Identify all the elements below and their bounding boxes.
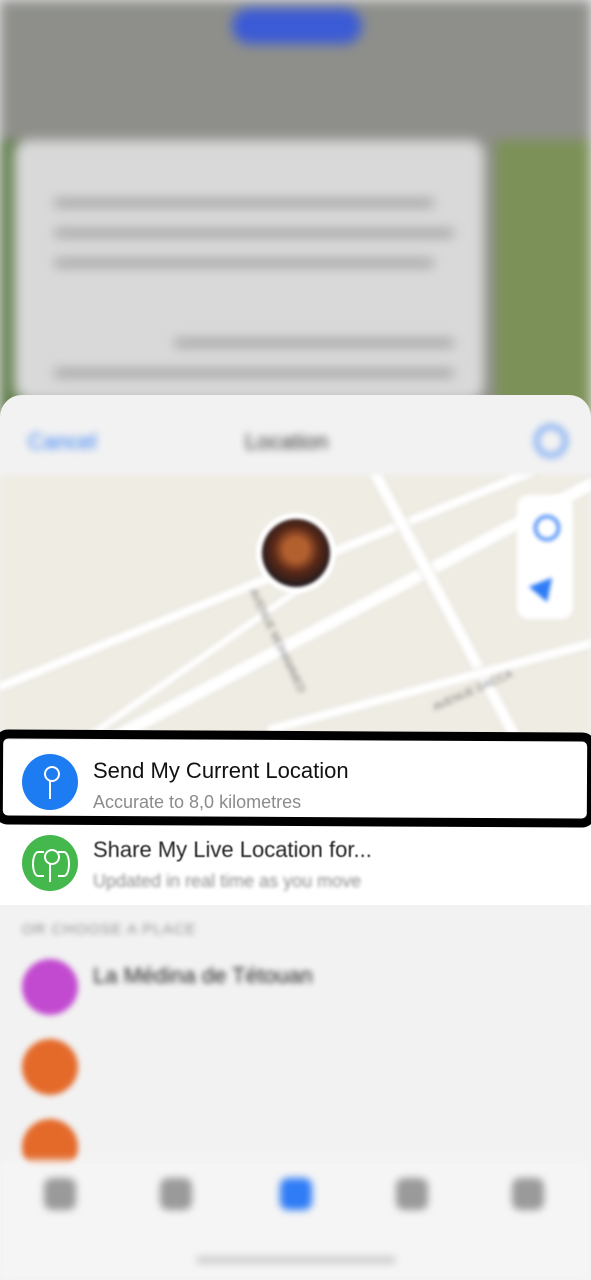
- section-header: OR CHOOSE A PLACE: [22, 921, 197, 938]
- place-name: La Médina de Tétouan: [93, 963, 313, 988]
- sheet-title: Location: [245, 429, 329, 454]
- chat-wallpaper-right: [496, 140, 591, 420]
- map-controls: [517, 495, 573, 619]
- sheet-header: Cancel Location: [0, 395, 591, 485]
- place-row[interactable]: La Médina de Tétouan: [0, 947, 591, 1027]
- file-icon[interactable]: [512, 1178, 544, 1210]
- location-icon[interactable]: [280, 1178, 312, 1210]
- share-live-location-label: Share My Live Location for...: [93, 837, 372, 862]
- contacts-icon[interactable]: [160, 1178, 192, 1210]
- live-location-sublabel: Updated in real time as you move: [93, 871, 362, 891]
- cancel-button[interactable]: Cancel: [28, 429, 96, 455]
- background-chat: [0, 0, 591, 420]
- chat-icon[interactable]: [44, 1178, 76, 1210]
- location-sheet: Cancel Location AVENUE DACCA AVENUE MOHA…: [0, 395, 591, 1280]
- message-bubble: [14, 140, 484, 400]
- share-live-location-row[interactable]: Share My Live Location for... Updated in…: [0, 825, 591, 905]
- hand-drawn-highlight: [0, 729, 591, 828]
- attachment-tab-bar: [0, 1160, 591, 1280]
- place-row[interactable]: [0, 1027, 591, 1107]
- call-status-pill: [232, 8, 362, 44]
- user-location-avatar: [256, 513, 336, 593]
- place-icon: [22, 959, 78, 1015]
- music-icon[interactable]: [396, 1178, 428, 1210]
- home-indicator: [196, 1256, 396, 1264]
- live-location-icon: [22, 835, 78, 891]
- place-icon: [22, 1039, 78, 1095]
- current-location-arrow-icon[interactable]: [528, 569, 562, 603]
- search-icon[interactable]: [535, 425, 567, 457]
- info-icon[interactable]: [534, 515, 560, 541]
